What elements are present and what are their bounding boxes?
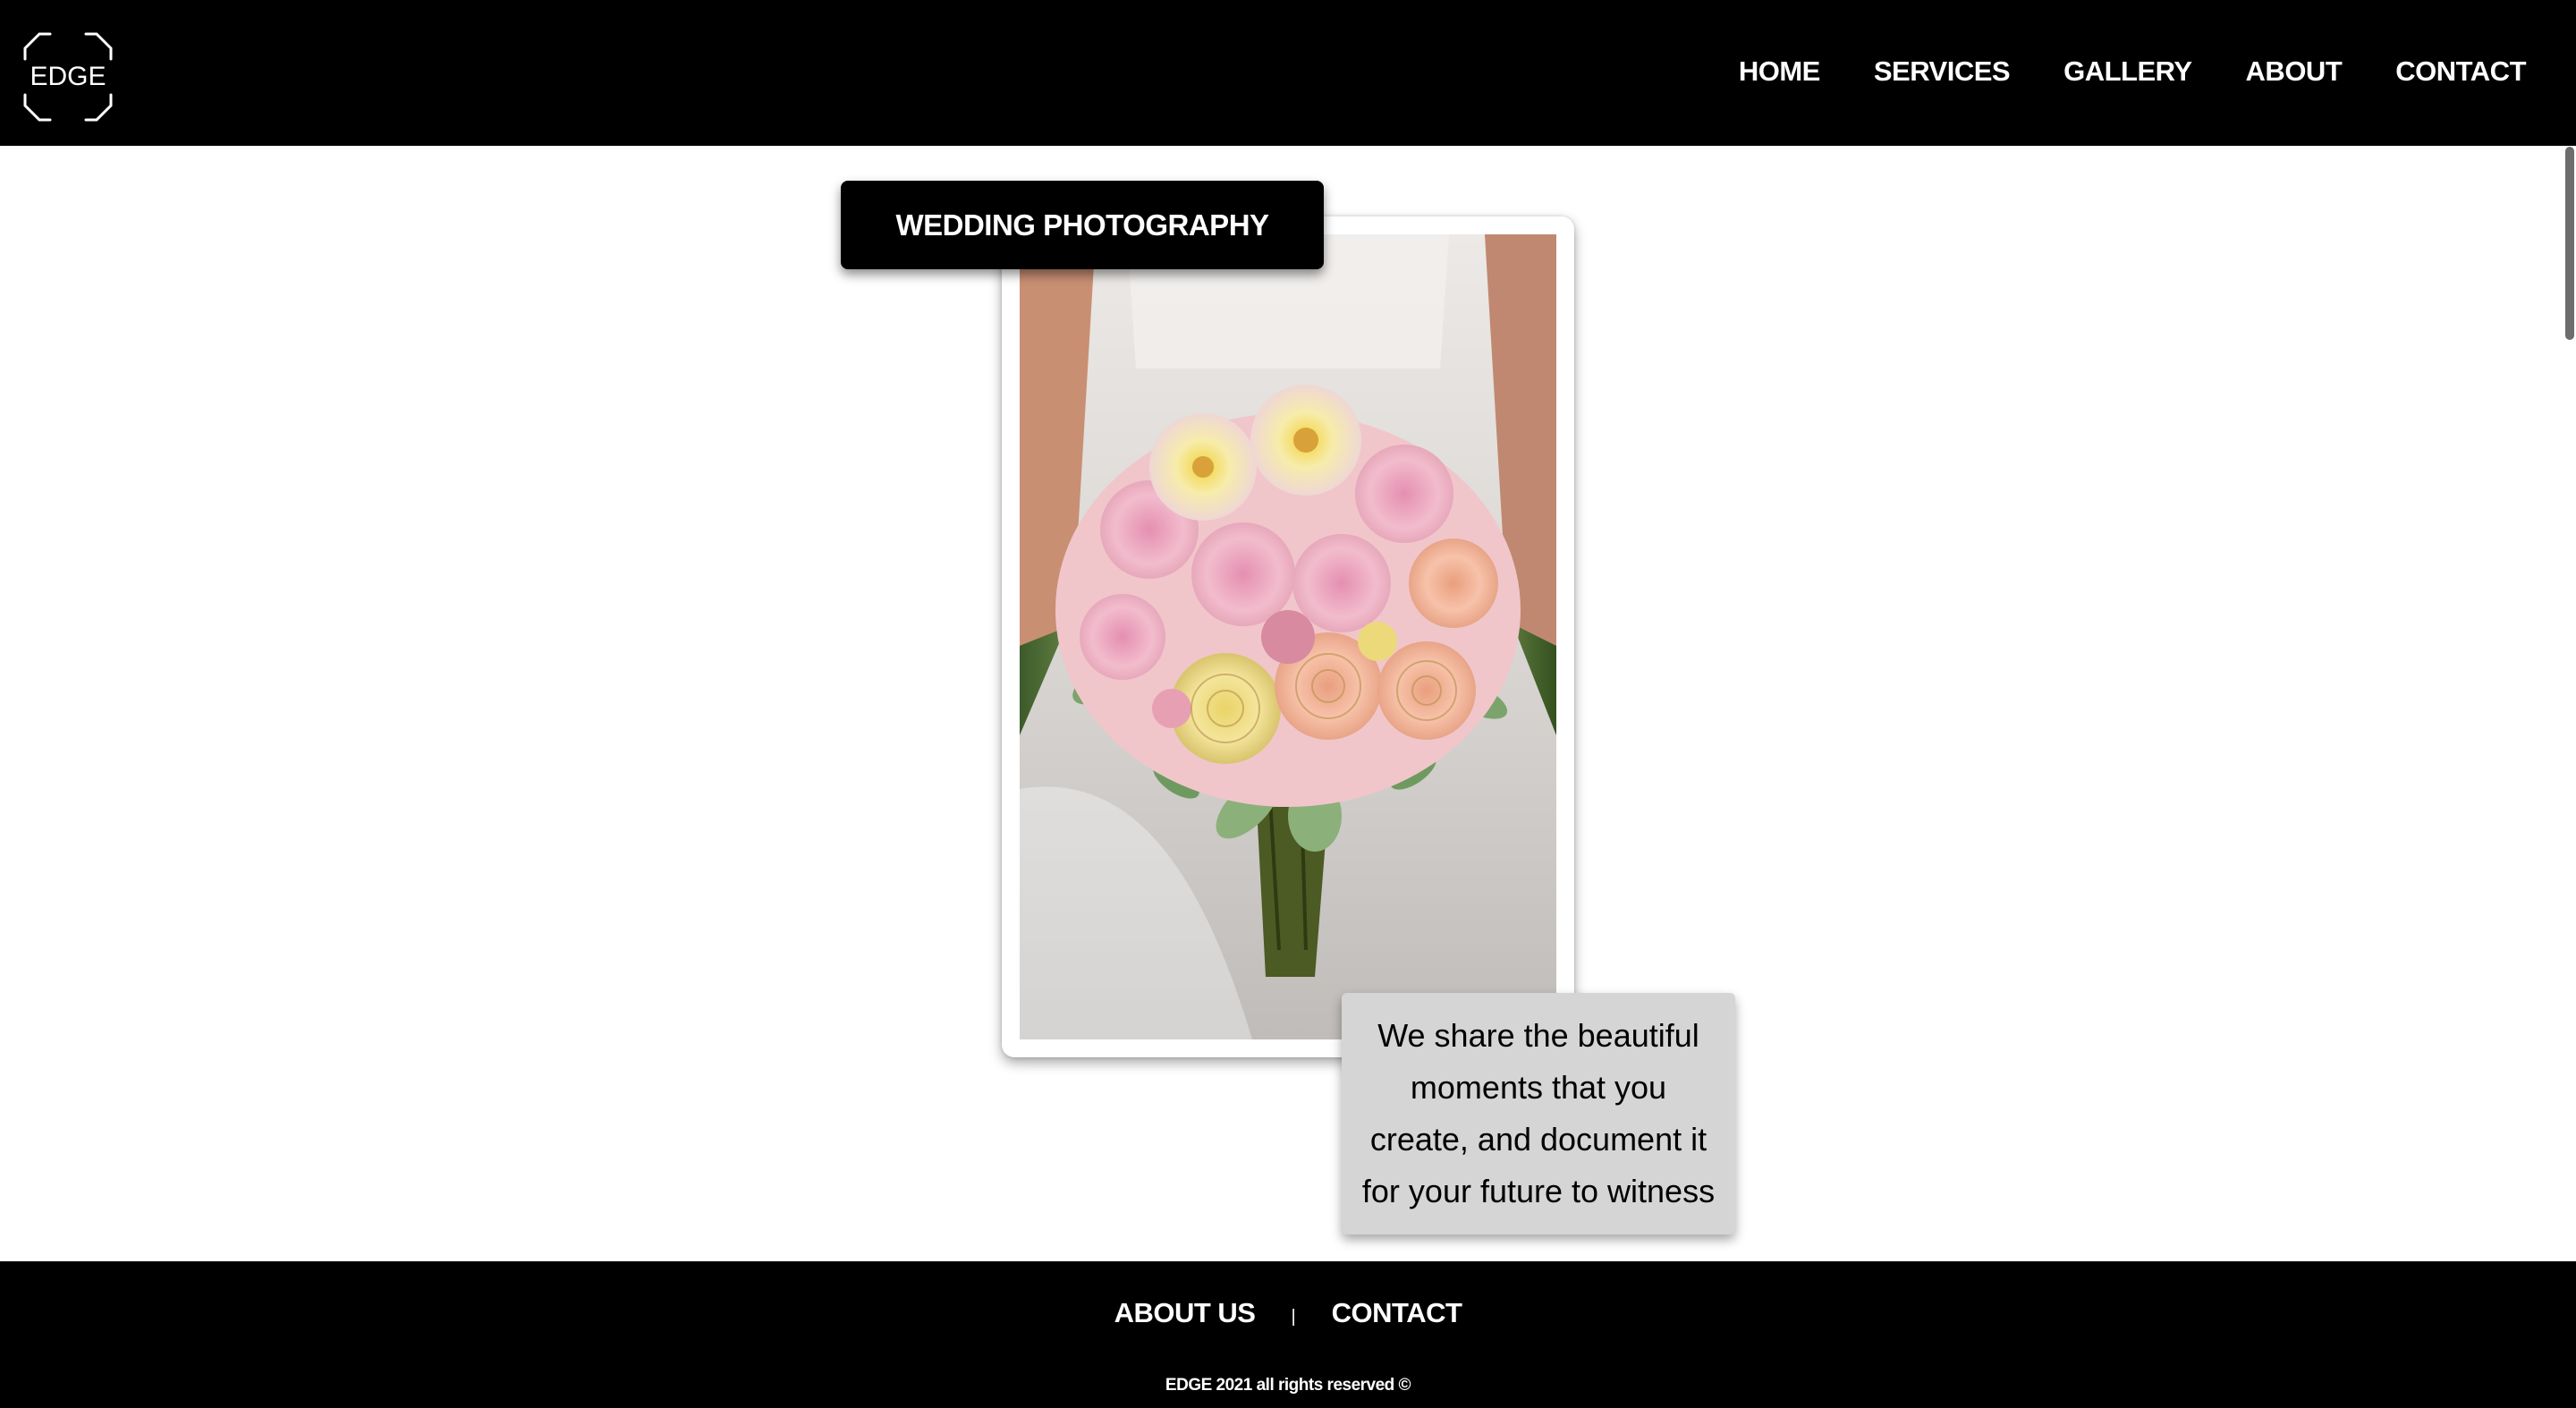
nav-home[interactable]: HOME <box>1739 55 1821 88</box>
caption-line: We share the beautiful <box>1377 1017 1699 1054</box>
caption-line: for your future to witness <box>1361 1173 1716 1209</box>
caption-line: moments that you <box>1410 1069 1667 1106</box>
nav-services[interactable]: SERVICES <box>1874 55 2011 88</box>
main-nav: HOME SERVICES GALLERY ABOUT CONTACT <box>1739 52 2527 91</box>
footer-separator: | <box>1291 1306 1296 1327</box>
scrollbar-thumb[interactable] <box>2565 147 2574 340</box>
nav-about[interactable]: ABOUT <box>2246 55 2343 88</box>
page-title: WEDDING PHOTOGRAPHY <box>841 181 1324 269</box>
footer-contact-link[interactable]: CONTACT <box>1332 1297 1462 1329</box>
copyright-text: EDGE 2021 all rights reserved © <box>1165 1376 1411 1395</box>
page: EDGE HOME SERVICES GALLERY ABOUT CONTACT <box>0 0 2576 1408</box>
photo-frame <box>1002 216 1574 1057</box>
logo-text: EDGE <box>30 62 106 91</box>
footer-links: ABOUT US | CONTACT <box>0 1297 2576 1329</box>
caption-line: create, and document it <box>1369 1121 1707 1158</box>
logo[interactable]: EDGE <box>23 32 113 122</box>
site-header: EDGE HOME SERVICES GALLERY ABOUT CONTACT <box>0 0 2576 146</box>
nav-gallery[interactable]: GALLERY <box>2063 55 2192 88</box>
bridal-bouquet-photo <box>1020 234 1556 1039</box>
footer-about-us-link[interactable]: ABOUT US <box>1114 1297 1256 1329</box>
nav-contact[interactable]: CONTACT <box>2395 55 2526 88</box>
bouquet-illustration <box>1020 234 1556 1039</box>
caption-text: We share the beautiful moments that you … <box>1362 1010 1715 1217</box>
caption-card: We share the beautiful moments that you … <box>1342 993 1735 1234</box>
